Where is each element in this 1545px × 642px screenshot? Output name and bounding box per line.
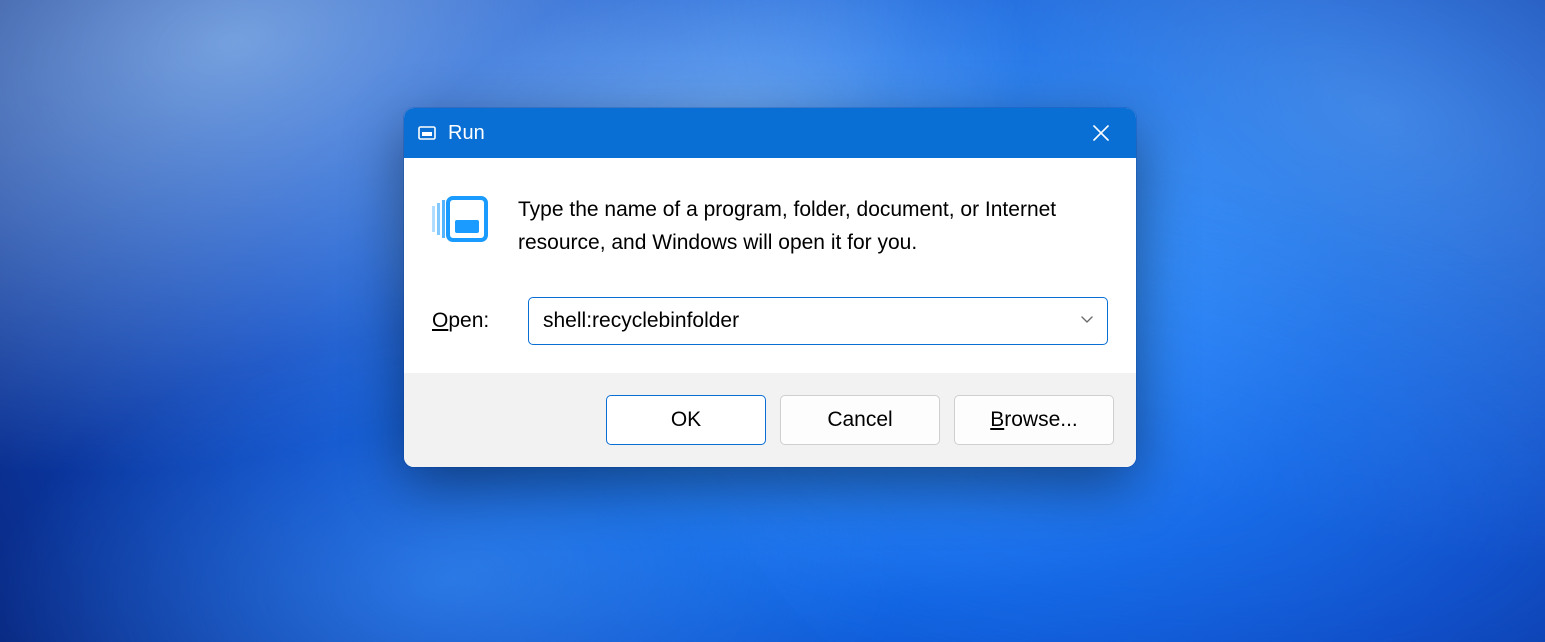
titlebar[interactable]: Run (404, 108, 1136, 158)
run-dialog: Run Type the na (404, 108, 1136, 467)
open-combobox[interactable] (528, 297, 1108, 345)
close-icon (1092, 124, 1110, 142)
browse-button[interactable]: Browse... (954, 395, 1114, 445)
dialog-footer: OK Cancel Browse... (404, 373, 1136, 467)
ok-button[interactable]: OK (606, 395, 766, 445)
cancel-button[interactable]: Cancel (780, 395, 940, 445)
open-label: Open: (432, 309, 502, 333)
run-titlebar-icon (416, 124, 438, 142)
dialog-body: Type the name of a program, folder, docu… (404, 158, 1136, 373)
open-input[interactable] (528, 297, 1108, 345)
run-app-icon (432, 194, 492, 242)
desktop-background: Run Type the na (0, 0, 1545, 642)
titlebar-title: Run (448, 122, 1078, 145)
close-button[interactable] (1078, 113, 1124, 153)
dialog-description: Type the name of a program, folder, docu… (518, 194, 1108, 259)
